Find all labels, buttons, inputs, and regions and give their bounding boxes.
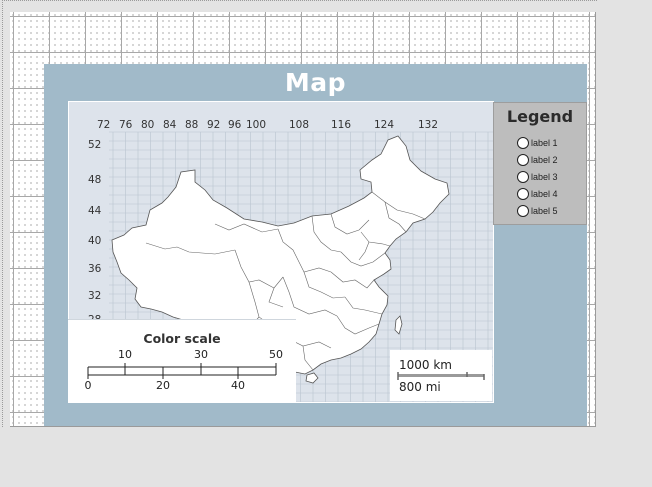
longitude-label: 80 xyxy=(141,119,155,131)
latitude-label: 36 xyxy=(88,263,102,275)
distance-scale-panel[interactable]: 1000 km 800 mi xyxy=(390,350,492,401)
legend-item-label: label 5 xyxy=(531,206,558,216)
circle-swatch-icon xyxy=(517,137,529,149)
legend-item[interactable]: label 2 xyxy=(517,153,558,167)
color-scale-bottom-label: 0 xyxy=(84,379,92,392)
latitude-label: 40 xyxy=(88,235,102,247)
legend-item-label: label 1 xyxy=(531,138,558,148)
longitude-label: 84 xyxy=(163,119,177,131)
longitude-label: 72 xyxy=(97,119,111,131)
longitude-label: 88 xyxy=(185,119,199,131)
legend-panel[interactable]: Legend label 1 label 2 label 3 label 4 l… xyxy=(493,102,587,225)
latitude-label: 44 xyxy=(88,205,102,217)
legend-item-label: label 2 xyxy=(531,155,558,165)
circle-swatch-icon xyxy=(517,188,529,200)
legend-item[interactable]: label 3 xyxy=(517,170,558,184)
latitude-label: 32 xyxy=(88,290,102,302)
legend-item[interactable]: label 1 xyxy=(517,136,558,150)
color-scale-panel[interactable]: Color scale 10 30 50 0 20 40 xyxy=(68,319,296,402)
longitude-label: 132 xyxy=(418,119,439,131)
hainan-island xyxy=(305,372,319,384)
color-scale-title: Color scale xyxy=(143,331,221,346)
circle-swatch-icon xyxy=(517,205,529,217)
legend-item[interactable]: label 5 xyxy=(517,204,558,218)
longitude-label: 92 xyxy=(207,119,221,131)
longitude-label: 124 xyxy=(374,119,395,131)
circle-swatch-icon xyxy=(517,171,529,183)
latitude-label: 52 xyxy=(88,139,102,151)
legend-item-label: label 3 xyxy=(531,172,558,182)
longitude-label: 116 xyxy=(331,119,352,131)
distance-mi-label: 800 mi xyxy=(399,380,441,394)
taiwan-island xyxy=(394,315,403,335)
longitude-label: 96 xyxy=(228,119,242,131)
legend-item-label: label 4 xyxy=(531,189,558,199)
legend-title: Legend xyxy=(506,107,574,126)
legend-item[interactable]: label 4 xyxy=(517,187,558,201)
circle-swatch-icon xyxy=(517,154,529,166)
color-scale-bottom-label: 20 xyxy=(156,379,170,392)
latitude-label: 48 xyxy=(88,174,102,186)
map-title: Map xyxy=(284,68,347,97)
color-scale-bar xyxy=(87,363,277,379)
distance-km-label: 1000 km xyxy=(399,358,452,372)
longitude-label: 76 xyxy=(119,119,133,131)
longitude-label: 100 xyxy=(246,119,267,131)
color-scale-bottom-label: 40 xyxy=(231,379,245,392)
longitude-label: 108 xyxy=(289,119,310,131)
map-control[interactable]: Map 72 76 80 84 88 92 96 100 108 116 124… xyxy=(44,64,587,426)
